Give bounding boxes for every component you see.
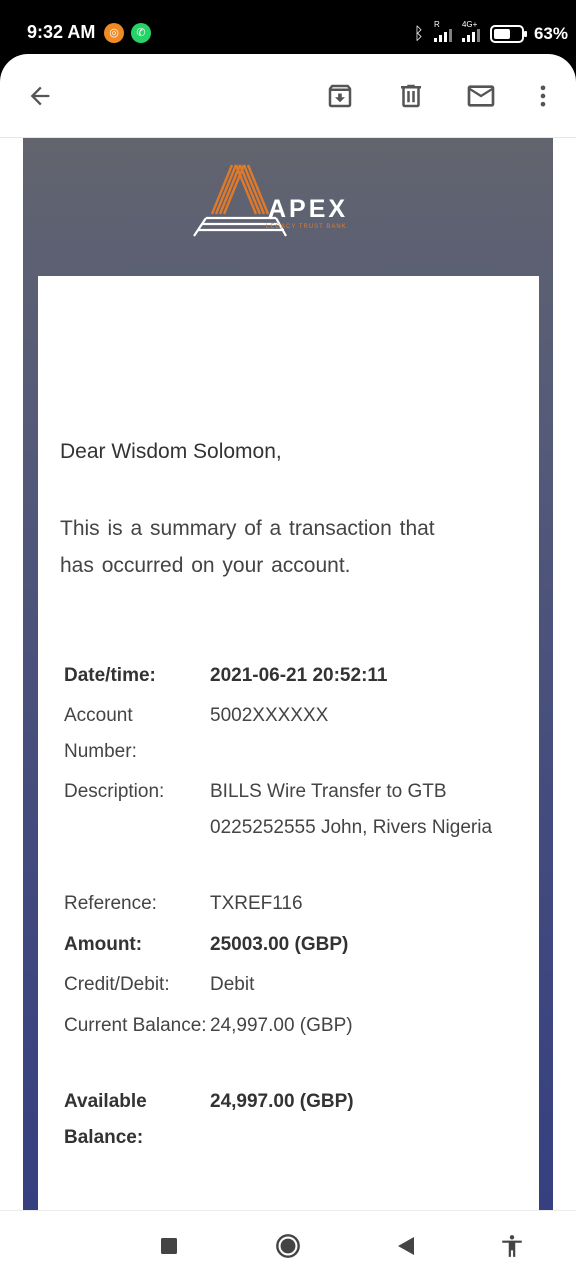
detail-value: 24,997.00 (GBP) bbox=[210, 1091, 354, 1112]
detail-label: Description: bbox=[64, 781, 165, 802]
signal-icon-2: 4G+ bbox=[461, 20, 480, 42]
detail-label: Amount: bbox=[64, 934, 143, 955]
detail-label: Credit/Debit: bbox=[64, 974, 170, 995]
detail-label: Date/time: bbox=[64, 665, 156, 686]
detail-row-credit-debit: Credit/Debit: Debit bbox=[64, 967, 504, 1003]
message-card: Dear Wisdom Solomon, This is a summary o… bbox=[38, 276, 539, 1210]
signal-icon: R bbox=[433, 20, 452, 42]
detail-value: 2021-06-21 20:52:11 bbox=[210, 665, 388, 686]
whatsapp-icon: ✆ bbox=[131, 23, 151, 43]
detail-row-amount: Amount: 25003.00 (GBP) bbox=[64, 927, 504, 963]
network-tag: 4G+ bbox=[461, 20, 478, 29]
status-bar: 9:32 AM ◎ ✆ ᛒ R 4G+ 63% bbox=[0, 0, 576, 62]
detail-label: Reference: bbox=[64, 893, 157, 914]
detail-value: 5002XXXXXX bbox=[210, 705, 329, 726]
detail-row-datetime: Date/time: 2021-06-21 20:52:11 bbox=[64, 658, 504, 694]
status-time: 9:32 AM bbox=[27, 22, 96, 42]
system-nav-bar bbox=[0, 1210, 576, 1280]
detail-row-account-number: Account Number: 5002XXXXXX bbox=[64, 698, 504, 770]
battery-icon bbox=[489, 25, 527, 43]
more-vert-icon[interactable] bbox=[525, 78, 561, 114]
detail-value: 24,997.00 (GBP) bbox=[210, 1015, 353, 1036]
email-body[interactable]: APEX LEGACY TRUST BANK Dear Wisdom Solom… bbox=[0, 138, 576, 1210]
summary-text: This is a summary of a transaction that … bbox=[60, 517, 435, 577]
detail-value: Debit bbox=[210, 974, 255, 995]
detail-row-reference: Reference: TXREF116 bbox=[64, 886, 504, 922]
detail-label: Available Balance: bbox=[64, 1091, 147, 1148]
detail-value: BILLS Wire Transfer to GTB 0225252555 Jo… bbox=[210, 781, 493, 838]
detail-row-available-balance: Available Balance: 24,997.00 (GBP) bbox=[64, 1084, 504, 1156]
detail-label: Account Number: bbox=[64, 705, 137, 762]
archive-icon[interactable] bbox=[322, 78, 358, 114]
triangle-back-icon[interactable] bbox=[393, 1233, 419, 1259]
mail-icon[interactable] bbox=[463, 78, 499, 114]
detail-row-description: Description: BILLS Wire Transfer to GTB … bbox=[64, 774, 504, 846]
trash-icon[interactable] bbox=[393, 78, 429, 114]
circle-icon[interactable] bbox=[275, 1233, 301, 1259]
detail-row-current-balance: Current Balance: 24,997.00 (GBP) bbox=[64, 1008, 504, 1044]
detail-value: 25003.00 (GBP) bbox=[210, 934, 349, 955]
brand-tagline: LEGACY TRUST BANK bbox=[266, 224, 347, 230]
status-icons: ᛒ R 4G+ 63% bbox=[413, 20, 568, 46]
square-icon[interactable] bbox=[156, 1233, 182, 1259]
bluetooth-icon: ᛒ bbox=[413, 24, 424, 43]
roaming-tag: R bbox=[433, 20, 440, 29]
greeting-text: Dear Wisdom Solomon, bbox=[60, 440, 282, 463]
battery-percent: 63% bbox=[533, 24, 568, 43]
detail-label: Current Balance: bbox=[64, 1015, 207, 1036]
email-toolbar bbox=[0, 54, 576, 138]
brand-name: APEX bbox=[268, 195, 349, 223]
detail-value: TXREF116 bbox=[210, 893, 303, 914]
notification-app-icon: ◎ bbox=[104, 23, 124, 43]
accessibility-icon[interactable] bbox=[499, 1233, 525, 1259]
arrow-left-icon[interactable] bbox=[22, 78, 58, 114]
